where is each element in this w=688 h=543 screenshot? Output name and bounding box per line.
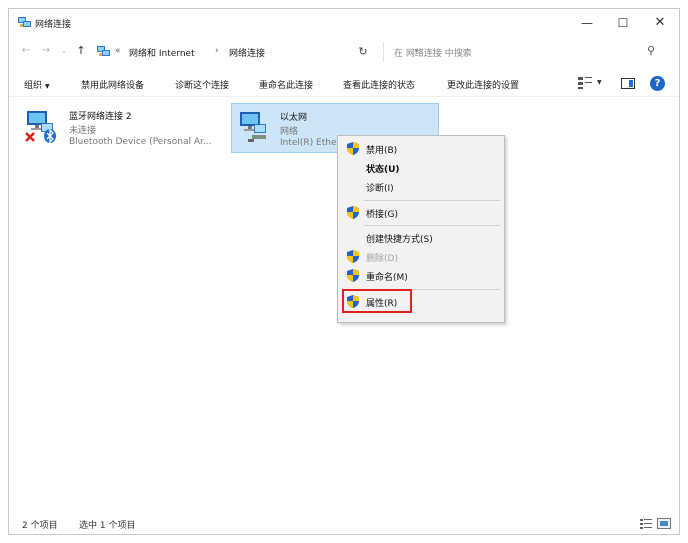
menu-item-label: 禁用(B) [366,146,398,156]
connection-device: Intel(R) Ethe [280,138,337,148]
maximize-button[interactable]: ☐ [608,13,638,33]
disable-device-button[interactable]: 禁用此网络设备 [81,78,144,91]
uac-shield-icon [347,206,359,219]
menu-item-create-shortcut[interactable]: 创建快捷方式(S) [338,229,504,247]
status-bar: 2 个项目 选中 1 个项目 [9,513,679,535]
forward-button[interactable]: → [39,43,53,59]
change-settings-button[interactable]: 更改此连接的设置 [447,78,519,91]
uac-shield-icon [347,269,359,282]
recent-locations-chevron-icon[interactable]: ⌄ [57,43,71,59]
network-adapter-icon [240,112,266,142]
search-icon[interactable]: ⚲ [647,44,655,57]
connection-device: Bluetooth Device (Personal Ar... [69,137,212,147]
menu-item-label: 删除(D) [366,254,398,264]
red-x-icon [25,132,35,142]
connection-status: 网络 [280,127,299,137]
uac-shield-icon [347,250,359,263]
view-options-icon[interactable] [578,77,592,89]
connection-name: 蓝牙网络连接 2 [69,112,132,122]
rename-connection-button[interactable]: 重命名此连接 [259,78,313,91]
diagnose-connection-button[interactable]: 诊断这个连接 [175,78,229,91]
view-status-button[interactable]: 查看此连接的状态 [343,78,415,91]
command-bar: 组织 ▼ 禁用此网络设备 诊断这个连接 重命名此连接 查看此连接的状态 更改此连接… [9,71,679,97]
breadcrumb-overflow[interactable]: « [115,46,121,56]
large-icons-view-icon[interactable] [657,518,671,529]
help-icon[interactable]: ? [650,76,665,91]
search-box[interactable]: 在 网络连接 中搜索 ⚲ [383,42,666,62]
breadcrumb-separator[interactable]: › [215,46,219,56]
menu-item-status[interactable]: 状态(U) [338,159,504,177]
menu-item-label: 桥接(G) [366,210,398,220]
connection-status: 未连接 [69,126,97,136]
window-title: 网络连接 [35,20,72,30]
back-button[interactable]: ← [19,43,33,59]
menu-item-label: 状态(U) [366,165,400,175]
menu-separator [364,200,500,201]
connection-name: 以太网 [280,113,308,123]
view-options-chevron-icon[interactable]: ▼ [597,79,602,86]
menu-item-label: 诊断(I) [366,184,394,194]
selected-count: 选中 1 个项目 [79,521,136,531]
menu-item-diagnose[interactable]: 诊断(I) [338,178,504,196]
explorer-window: 网络连接 — ☐ ✕ ← → ⌄ ↑ « 网络和 Internet › 网络连接… [8,8,680,535]
menu-separator [364,225,500,226]
connection-item-bluetooth[interactable]: 蓝牙网络连接 2 未连接 Bluetooth Device (Personal … [19,103,229,153]
breadcrumb-network-connections[interactable]: 网络连接 [229,46,265,59]
up-button[interactable]: ↑ [74,43,88,59]
item-count: 2 个项目 [22,521,58,531]
navigation-bar: ← → ⌄ ↑ « 网络和 Internet › 网络连接 ⌄ ↻ 在 网络连接… [9,39,679,65]
menu-item-label: 创建快捷方式(S) [366,235,433,245]
close-button[interactable]: ✕ [645,13,675,33]
refresh-button[interactable]: ↻ [352,42,374,62]
highlight-box [342,289,412,313]
menu-item-label: 重命名(M) [366,273,408,283]
network-connections-icon [97,46,110,56]
search-input[interactable]: 在 网络连接 中搜索 [394,46,472,59]
menu-item-delete: 删除(D) [338,248,504,266]
menu-item-rename[interactable]: 重命名(M) [338,267,504,285]
minimize-button[interactable]: — [572,13,602,33]
details-view-icon[interactable] [640,519,652,529]
chevron-down-icon: ▼ [45,83,50,90]
preview-pane-icon[interactable] [621,78,635,89]
menu-item-disable[interactable]: 禁用(B) [338,140,504,158]
bluetooth-icon [44,128,56,143]
uac-shield-icon [347,142,359,155]
breadcrumb-network-internet[interactable]: 网络和 Internet [129,46,195,59]
network-adapter-icon [25,111,56,143]
title-bar: 网络连接 — ☐ ✕ [9,9,679,37]
network-connections-icon [18,17,31,27]
menu-item-bridge[interactable]: 桥接(G) [338,204,504,222]
address-bar[interactable]: « 网络和 Internet › 网络连接 ⌄ [95,41,420,62]
organize-menu[interactable]: 组织 ▼ [24,78,50,91]
